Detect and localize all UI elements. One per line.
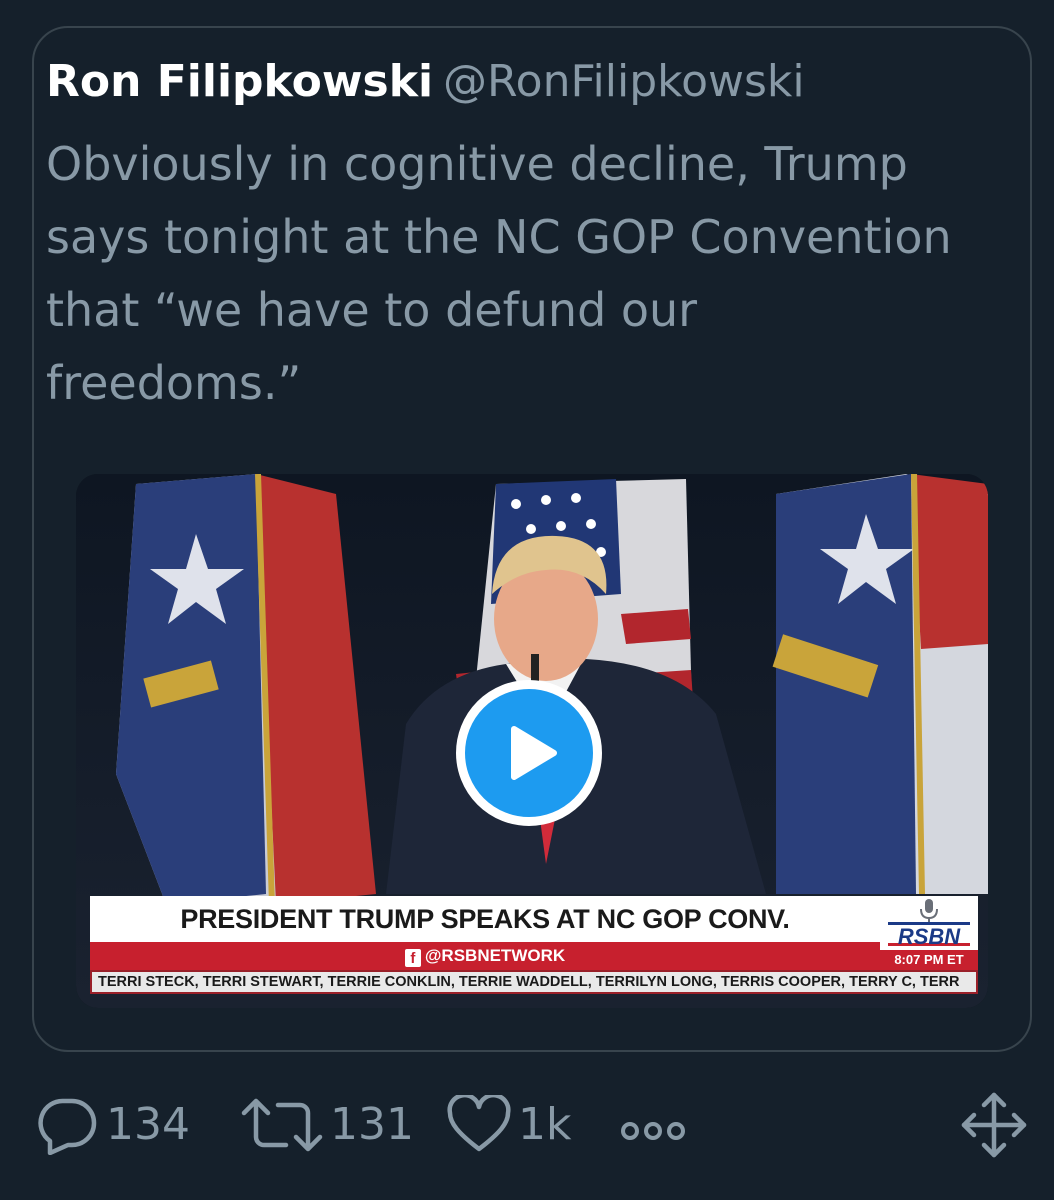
facebook-icon: f [404,949,421,967]
broadcast-clock: 8:07 PM ET [880,950,978,970]
share-button[interactable] [960,1090,1028,1160]
news-lower-third: PRESIDENT TRUMP SPEAKS AT NC GOP CONV. f… [90,896,978,998]
like-count: 1k [518,1099,572,1150]
play-icon [511,726,557,780]
tweet-actions: 134 131 1k [0,1090,1054,1160]
news-ticker: TERRI STECK, TERRI STEWART, TERRIE CONKL… [90,970,978,994]
author-name[interactable]: Ron Filipkowski [46,56,433,107]
video-player[interactable]: PRESIDENT TRUMP SPEAKS AT NC GOP CONV. f… [76,474,988,1008]
station-logo: RSBN [888,922,970,949]
like-button[interactable]: 1k [446,1090,571,1160]
play-button[interactable] [456,680,602,826]
nc-flag-left [116,474,376,905]
retweet-count: 131 [330,1099,414,1150]
author-handle[interactable]: @RonFilipkowski [443,56,805,107]
reply-button[interactable]: 134 [36,1090,190,1160]
chyron-headline: PRESIDENT TRUMP SPEAKS AT NC GOP CONV. [90,896,880,942]
more-button[interactable] [618,1096,688,1166]
retweet-icon [241,1098,323,1152]
chyron-social-handle: @RSBNETWORK [424,946,566,965]
reply-icon [38,1098,97,1155]
microphone-icon [920,899,938,923]
more-icon [621,1122,685,1140]
heart-icon [447,1095,511,1152]
share-move-icon [961,1092,1027,1158]
reply-count: 134 [106,1099,190,1150]
nc-flag-right [772,474,988,895]
quoted-tweet-header: Ron Filipkowski @RonFilipkowski [46,56,805,108]
tweet-text: Obviously in cognitive decline, Trump sa… [46,137,952,410]
station-box: RSBN 8:07 PM ET [880,896,978,970]
chyron-social: f @RSBNETWORK [90,942,880,970]
retweet-button[interactable]: 131 [240,1090,414,1160]
